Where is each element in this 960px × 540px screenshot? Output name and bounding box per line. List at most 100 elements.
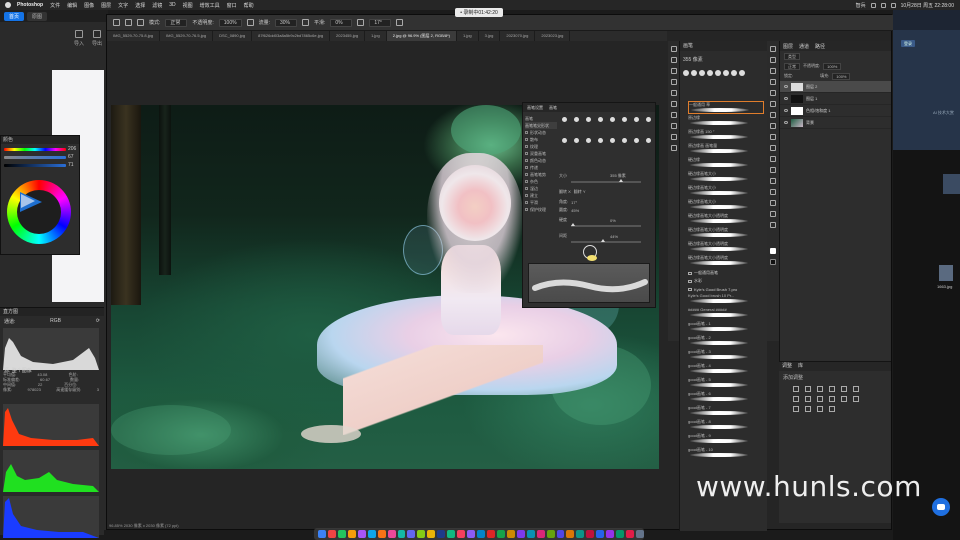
brush-tip[interactable]	[559, 136, 569, 144]
brush-item[interactable]: 原边缘画 150 °	[688, 129, 764, 142]
brush-item[interactable]: 硬边缘画笔大小透明度	[688, 227, 764, 240]
recent-brush[interactable]	[723, 70, 729, 76]
dock-app-icon[interactable]	[477, 530, 485, 538]
dock-app-icon[interactable]	[397, 530, 406, 538]
hardness-slider[interactable]	[571, 223, 641, 227]
brush-item[interactable]: good画笔 - 7	[688, 405, 764, 418]
brush-item[interactable]: good画笔 - 4	[688, 363, 764, 376]
histogram-icon[interactable]	[670, 112, 677, 118]
channel-mixer-icon[interactable]	[829, 396, 835, 402]
doc-tab[interactable]: 3.jpg	[479, 31, 501, 41]
recent-brush[interactable]	[707, 70, 713, 76]
photo-filter-icon[interactable]	[817, 396, 823, 402]
menu-file[interactable]: 文件	[50, 2, 60, 9]
flow-input[interactable]: 30%	[274, 18, 297, 27]
chat-button[interactable]	[932, 498, 950, 516]
file-thumbnail[interactable]	[939, 265, 953, 281]
bs-item[interactable]: 保护纹理	[525, 206, 557, 213]
brush-tip[interactable]	[571, 115, 581, 123]
brush-item[interactable]: good画笔 - 1	[688, 321, 764, 334]
navigator-icon[interactable]	[670, 123, 677, 129]
saturation-slider[interactable]: 67	[4, 154, 76, 160]
brush-tip[interactable]	[583, 136, 593, 144]
lookup-icon[interactable]	[841, 396, 847, 402]
bs-item[interactable]: 画笔笔尖形状	[525, 122, 557, 129]
eye-icon[interactable]	[784, 121, 788, 124]
brush-tip[interactable]	[619, 136, 629, 144]
menu-plugins[interactable]: 增效工具	[200, 2, 220, 9]
dock-app-icon[interactable]	[626, 530, 634, 538]
bs-item[interactable]: 双重画笔	[525, 150, 557, 157]
airbrush-icon[interactable]	[301, 19, 309, 26]
thumbnail-card[interactable]	[943, 174, 960, 194]
spacing-slider[interactable]	[571, 239, 641, 243]
battery-icon[interactable]	[880, 2, 886, 8]
brush-item[interactable]: good画笔 - 2	[688, 335, 764, 348]
dock-app-icon[interactable]	[536, 530, 545, 538]
brush-folder[interactable]: 水彩	[688, 277, 764, 285]
dock-app-icon[interactable]	[556, 530, 565, 538]
gradient-map-icon[interactable]	[817, 406, 823, 412]
user-name[interactable]: 智兵	[856, 2, 866, 9]
brush-panel-icon[interactable]	[670, 79, 677, 85]
zoom-tool-icon[interactable]	[770, 222, 776, 228]
brush-item[interactable]: good画笔 - 8	[688, 419, 764, 432]
menu-filter[interactable]: 滤镜	[152, 2, 162, 9]
dock-app-icon[interactable]	[367, 530, 376, 538]
hue-slider[interactable]: 206	[4, 146, 76, 152]
bs-item[interactable]: 平滑	[525, 199, 557, 206]
menu-layer[interactable]: 图层	[101, 2, 111, 9]
brush-folder[interactable]: 一般通用画笔	[688, 269, 764, 277]
dock-app-icon[interactable]	[467, 530, 475, 538]
brush-tip[interactable]	[643, 136, 653, 144]
dock-app-icon[interactable]	[606, 530, 615, 538]
brush-item[interactable]: good画笔 - 6	[688, 391, 764, 404]
shape-tool-icon[interactable]	[770, 200, 776, 206]
bs-item[interactable]: 湿边	[525, 185, 557, 192]
type-tool-icon[interactable]	[770, 178, 776, 184]
brush-folder[interactable]: Kyle's Good Brush 7.pro	[688, 285, 764, 293]
tab-brush[interactable]: 画笔	[549, 105, 557, 111]
swatch-icon[interactable]	[670, 90, 677, 96]
eraser-tool-icon[interactable]	[770, 134, 776, 140]
exposure-icon[interactable]	[829, 386, 835, 392]
doc-tab[interactable]: DSC_0890.jpg	[213, 31, 253, 41]
gear-icon[interactable]	[357, 19, 365, 26]
dock-app-icon[interactable]	[526, 530, 535, 538]
pressure-opacity-icon[interactable]	[246, 19, 254, 26]
tab-adjustments[interactable]: 调整	[782, 362, 792, 371]
dock-app-icon[interactable]	[486, 530, 495, 538]
bs-item[interactable]: 颜色动态	[525, 157, 557, 164]
menu-type[interactable]: 文字	[118, 2, 128, 9]
dock-app-icon[interactable]	[417, 530, 426, 538]
threshold-icon[interactable]	[805, 406, 811, 412]
recent-brush[interactable]	[739, 70, 745, 76]
curves-icon[interactable]	[817, 386, 823, 392]
menu-view[interactable]: 视图	[183, 2, 193, 9]
brush-tip[interactable]	[571, 136, 581, 144]
smooth-input[interactable]: 0%	[330, 18, 353, 27]
menu-help[interactable]: 帮助	[244, 2, 254, 9]
paragraph-icon[interactable]	[670, 134, 677, 140]
export-button[interactable]: 导出	[92, 30, 102, 68]
dock-app-icon[interactable]	[616, 530, 625, 538]
bs-item[interactable]: 传递	[525, 164, 557, 171]
doc-tab-active[interactable]: 2.jpg @ 96.9% (图层 2, RGB/8*)	[386, 31, 457, 41]
doc-tab[interactable]: 2023070.jpg	[500, 31, 536, 41]
dock-app-icon[interactable]	[347, 530, 356, 538]
brush-item[interactable]: 硬边缘画笔大小	[688, 199, 764, 212]
vibrance-icon[interactable]	[841, 386, 847, 392]
brush-item[interactable]: 原边缘	[688, 115, 764, 128]
symmetry-icon[interactable]	[396, 19, 404, 26]
brightness-slider[interactable]: 71	[4, 162, 76, 168]
recent-brush[interactable]	[683, 70, 689, 76]
brush-tip[interactable]	[607, 136, 617, 144]
brush-tip[interactable]	[631, 136, 641, 144]
dock-app-icon[interactable]	[496, 530, 505, 538]
menu-3d[interactable]: 3D	[169, 2, 175, 8]
angle-input[interactable]: 17°	[369, 18, 392, 27]
levels-icon[interactable]	[805, 386, 811, 392]
healing-tool-icon[interactable]	[770, 101, 776, 107]
hardness-value[interactable]: 0%	[610, 218, 616, 223]
path-select-tool-icon[interactable]	[770, 189, 776, 195]
